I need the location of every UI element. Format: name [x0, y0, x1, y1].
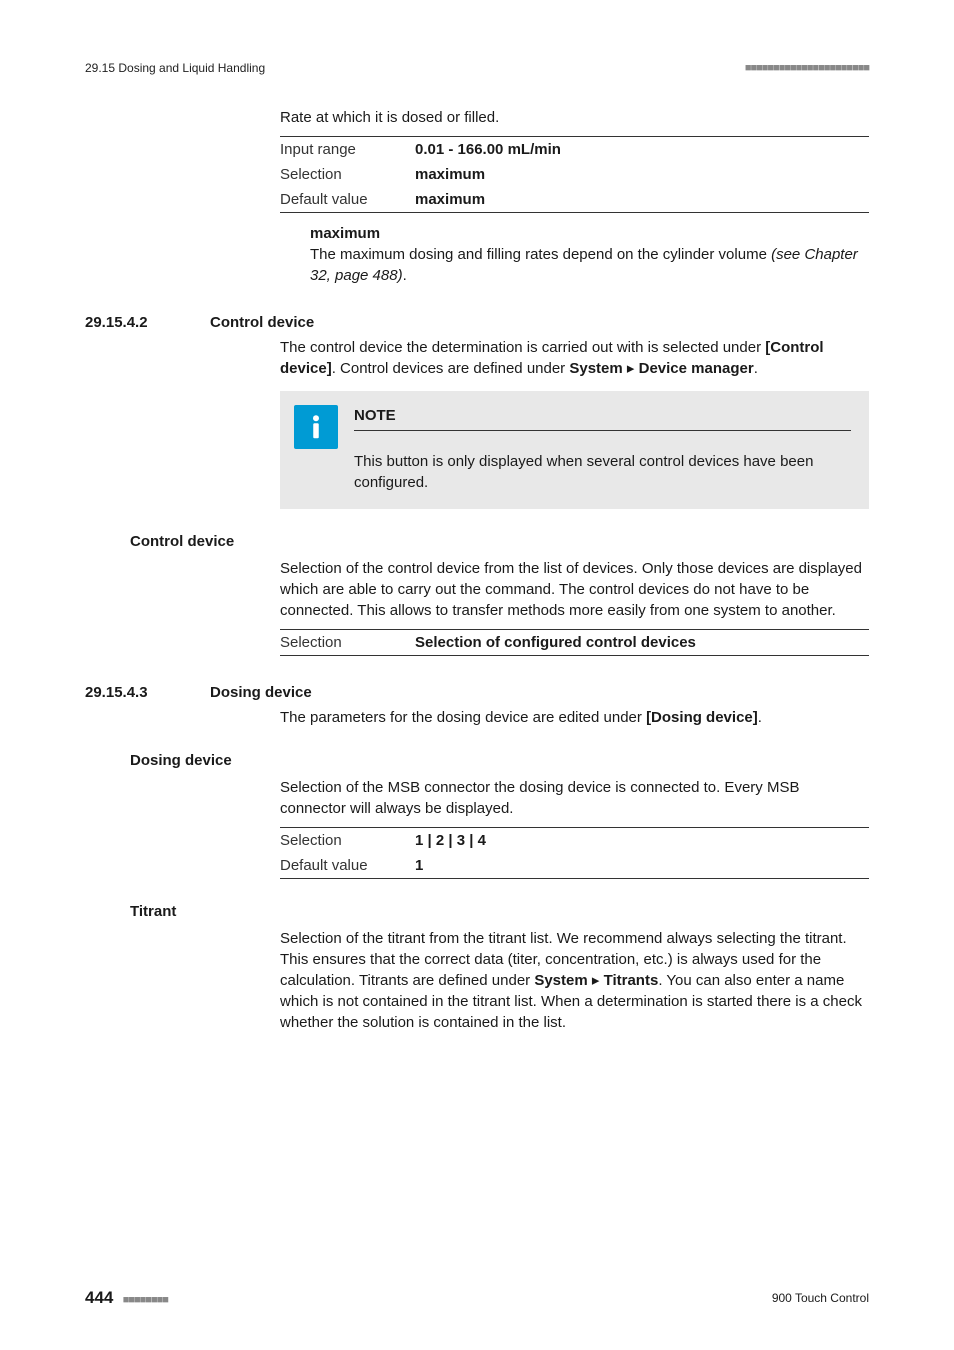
- cd-row-value: Selection of configured control devices: [415, 629, 869, 655]
- section-control-device: 29.15.4.2 Control device: [85, 312, 869, 333]
- dd-field-para: Selection of the MSB connector the dosin…: [280, 777, 869, 819]
- dd-intro: The parameters for the dosing device are…: [280, 707, 869, 728]
- dd-btn: [Dosing device]: [646, 709, 758, 726]
- rate-r2-value: maximum: [415, 162, 869, 187]
- rate-r1-label: Input range: [280, 136, 415, 162]
- rate-r2-label: Selection: [280, 162, 415, 187]
- maximum-period: .: [403, 267, 407, 284]
- rate-r1-value: 0.01 - 166.00 mL/min: [415, 136, 869, 162]
- note-title: NOTE: [354, 405, 851, 431]
- rate-r3-label: Default value: [280, 187, 415, 213]
- cd-para-c: .: [754, 360, 758, 377]
- cd-para: The control device the determination is …: [280, 337, 869, 379]
- page-number: 444: [85, 1288, 113, 1307]
- cd-field-para: Selection of the control device from the…: [280, 558, 869, 621]
- section-dosing-device: 29.15.4.3 Dosing device: [85, 682, 869, 703]
- cd-row-label: Selection: [280, 629, 415, 655]
- note-box: NOTE This button is only displayed when …: [280, 391, 869, 509]
- dd-r2-value: 1: [415, 853, 869, 879]
- dd-selection-table: Selection 1 | 2 | 3 | 4 Default value 1: [280, 827, 869, 879]
- section-dd-title: Dosing device: [210, 682, 312, 703]
- dd-para-b: .: [758, 709, 762, 726]
- dd-r2-label: Default value: [280, 853, 415, 879]
- footer-dashes: ■■■■■■■■: [123, 1294, 168, 1306]
- dd-r1-value: 1 | 2 | 3 | 4: [415, 827, 869, 853]
- titrant-para: Selection of the titrant from the titran…: [280, 928, 869, 1033]
- cd-para-b: . Control devices are defined under: [332, 360, 570, 377]
- section-cd-title: Control device: [210, 312, 314, 333]
- page-footer: 444 ■■■■■■■■ 900 Touch Control: [85, 1286, 869, 1310]
- cd-selection-table: Selection Selection of configured contro…: [280, 629, 869, 656]
- rate-intro: Rate at which it is dosed or filled.: [280, 107, 869, 128]
- section-cd-num: 29.15.4.2: [85, 312, 210, 333]
- info-icon: [294, 405, 338, 449]
- rate-param-table: Input range 0.01 - 166.00 mL/min Selecti…: [280, 136, 869, 213]
- header-left: 29.15 Dosing and Liquid Handling: [85, 60, 265, 77]
- header-dashes: ■■■■■■■■■■■■■■■■■■■■■■: [745, 61, 869, 76]
- cd-path1: System: [569, 360, 622, 377]
- maximum-body: The maximum dosing and filling rates dep…: [310, 244, 869, 286]
- cd-para-a: The control device the determination is …: [280, 339, 765, 356]
- cd-field-label: Control device: [130, 531, 869, 552]
- maximum-text: The maximum dosing and filling rates dep…: [310, 246, 771, 263]
- titrant-label: Titrant: [130, 901, 869, 922]
- section-dd-num: 29.15.4.3: [85, 682, 210, 703]
- dd-field-label: Dosing device: [130, 750, 869, 771]
- titrant-path2: Titrants: [604, 972, 659, 989]
- titrant-path1: System: [534, 972, 587, 989]
- note-body: This button is only displayed when sever…: [354, 451, 851, 493]
- rate-r3-value: maximum: [415, 187, 869, 213]
- cd-path2: Device manager: [639, 360, 754, 377]
- page-header: 29.15 Dosing and Liquid Handling ■■■■■■■…: [85, 60, 869, 77]
- footer-product: 900 Touch Control: [772, 1290, 869, 1307]
- dd-r1-label: Selection: [280, 827, 415, 853]
- maximum-heading: maximum: [310, 223, 869, 244]
- dd-para-a: The parameters for the dosing device are…: [280, 709, 646, 726]
